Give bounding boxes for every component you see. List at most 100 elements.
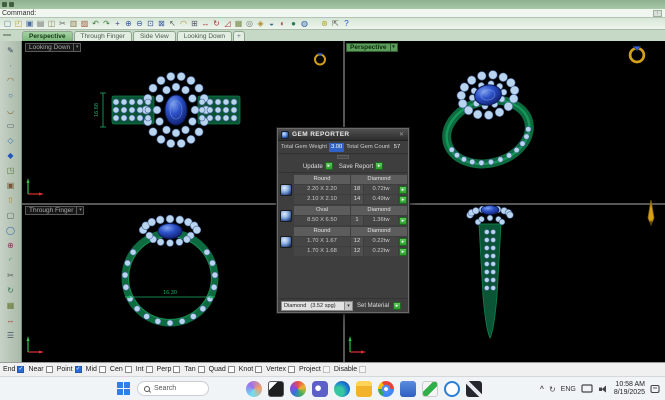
osnap-checkbox[interactable] (288, 366, 295, 373)
gem-table-row[interactable]: 8.50 X 6.5011.36tw▸ (294, 216, 407, 225)
osnap-checkbox[interactable] (228, 366, 235, 373)
point-tool-icon[interactable]: ∙ (4, 58, 18, 73)
total-weight-value[interactable]: 3.00 (329, 143, 344, 152)
volume-icon[interactable] (598, 384, 609, 394)
gem-row-action-button[interactable]: ▸ (399, 248, 407, 256)
tab-through-finger[interactable]: Through Finger (74, 31, 132, 41)
diamond-tool-icon[interactable]: ◇ (4, 133, 18, 148)
osnap-checkbox[interactable] (99, 366, 106, 373)
layers-icon[interactable]: ⊞ (189, 18, 200, 29)
solid-tool-icon[interactable]: ▣ (4, 178, 18, 193)
circle-tool-icon[interactable]: ○ (4, 88, 18, 103)
dropdown-arrow-icon[interactable]: ▾ (73, 44, 80, 51)
options-icon[interactable]: ⊛ (319, 18, 330, 29)
trim-tool-icon[interactable]: ✂ (4, 268, 18, 283)
panel-handle-icon[interactable] (3, 34, 11, 36)
tab-perspective[interactable]: Perspective (22, 31, 73, 41)
gem-row-action-button[interactable]: ▸ (399, 217, 407, 225)
gem-table-row[interactable]: 2.10 X 2.10140.49tw▸ (294, 195, 407, 204)
lock-icon[interactable]: ◈ (255, 18, 266, 29)
material-dropdown[interactable]: Diamond (3.52 spg) ▾ (281, 301, 353, 311)
lasso-select-icon[interactable]: ◠ (178, 18, 189, 29)
osnap-checkbox[interactable] (146, 366, 153, 373)
osnap-checkbox[interactable] (198, 366, 205, 373)
gem-table-row[interactable]: 2.20 X 2.20180.72tw▸ (294, 185, 407, 194)
gem-row-action-button[interactable]: ▸ (399, 186, 407, 194)
gem-tool-icon[interactable]: ◆ (4, 148, 18, 163)
taskbar-search[interactable]: Search (137, 381, 209, 396)
copy-icon[interactable]: ◫ (46, 18, 57, 29)
history-tool-icon[interactable]: ↻ (4, 283, 18, 298)
delete-icon[interactable]: ▨ (79, 18, 90, 29)
osnap-checkbox[interactable] (125, 366, 132, 373)
save-report-button[interactable]: ▸ (375, 162, 383, 170)
app-blue-icon[interactable] (400, 381, 416, 397)
render-icon[interactable]: ● (288, 18, 299, 29)
undo-icon[interactable]: ↶ (90, 18, 101, 29)
move-icon[interactable]: ↔ (200, 18, 211, 29)
chrome-icon[interactable] (378, 381, 394, 397)
print-icon[interactable]: ▤ (35, 18, 46, 29)
pointer-tool-icon[interactable]: ⇱ (330, 18, 341, 29)
tray-sync-icon[interactable]: ↻ (549, 385, 556, 394)
ring-builder-icon[interactable] (312, 50, 328, 66)
studio-icon[interactable] (466, 381, 482, 397)
zoom-in-icon[interactable]: ⊕ (123, 18, 134, 29)
zoom-extents-icon[interactable]: ⊠ (156, 18, 167, 29)
dimension-tool-icon[interactable]: ↔ (4, 313, 18, 328)
open-file-icon[interactable]: ◰ (13, 18, 24, 29)
world-icon[interactable]: ◍ (299, 18, 310, 29)
rotate-icon[interactable]: ↻ (211, 18, 222, 29)
gem-reporter-titlebar[interactable]: GEM REPORTER ✕ (278, 129, 408, 141)
material-icon[interactable]: ◐ (277, 18, 288, 29)
osnap-checkbox[interactable]: ✓ (17, 366, 24, 373)
box-tool-icon[interactable]: ▢ (4, 208, 18, 223)
tab-looking-down[interactable]: Looking Down (177, 31, 232, 41)
save-icon[interactable]: ▣ (24, 18, 35, 29)
sphere-tool-icon[interactable]: ◯ (4, 223, 18, 238)
osnap-checkbox[interactable] (323, 366, 330, 373)
matrix-icon[interactable] (422, 381, 438, 397)
dropdown-arrow-icon[interactable]: ▾ (390, 44, 397, 51)
hide-icon[interactable]: ◒ (266, 18, 277, 29)
pan-icon[interactable]: + (112, 18, 123, 29)
file-explorer-icon[interactable] (356, 381, 372, 397)
teams-icon[interactable] (312, 381, 328, 397)
set-material-button[interactable]: ▸ (393, 302, 401, 310)
osnap-checkbox[interactable] (173, 366, 180, 373)
gem-row-action-button[interactable]: ▸ (399, 196, 407, 204)
properties-tool-icon[interactable]: ☰ (4, 328, 18, 343)
help-icon[interactable]: ? (341, 18, 352, 29)
cut-icon[interactable]: ✂ (57, 18, 68, 29)
photos-icon[interactable] (290, 381, 306, 397)
notification-icon[interactable] (650, 384, 661, 395)
surface-tool-icon[interactable]: ◳ (4, 163, 18, 178)
language-indicator[interactable]: ENG (561, 386, 576, 393)
start-button[interactable] (117, 382, 130, 395)
zoom-window-icon[interactable]: ⊡ (145, 18, 156, 29)
osnap-checkbox[interactable] (46, 366, 53, 373)
fillet-tool-icon[interactable]: ◜ (4, 253, 18, 268)
scale-icon[interactable]: ◿ (222, 18, 233, 29)
select-icon[interactable]: ↖ (167, 18, 178, 29)
browser-icon[interactable] (444, 381, 460, 397)
command-scrollbar[interactable]: ⁝ (653, 10, 662, 17)
zoom-out-icon[interactable]: ⊖ (134, 18, 145, 29)
gem-table-row[interactable]: 1.70 X 1.68120.22tw▸ (294, 247, 407, 256)
curve-tool-icon[interactable]: ◡ (4, 103, 18, 118)
taskbar-clock[interactable]: 10:58 AM 8/19/2025 (614, 381, 645, 397)
gem-table-row[interactable]: 1.70 X 1.67120.22tw▸ (294, 237, 407, 246)
osnap-checkbox[interactable] (255, 366, 262, 373)
osnap-checkbox[interactable]: ✓ (75, 366, 82, 373)
pen-tool-icon[interactable]: ✎ (4, 43, 18, 58)
tab-side-view[interactable]: Side View (133, 31, 176, 41)
update-button[interactable]: ▸ (325, 162, 333, 170)
command-row[interactable]: Command: ⁝ (0, 9, 665, 18)
boolean-tool-icon[interactable]: ⊕ (4, 238, 18, 253)
extrude-tool-icon[interactable]: ⇧ (4, 193, 18, 208)
osnap-checkbox[interactable] (359, 366, 366, 373)
osnap-toggle-icon[interactable]: ◎ (244, 18, 255, 29)
viewport-label-perspective[interactable]: Perspective ▾ (346, 43, 398, 52)
gem-reporter-dialog[interactable]: GEM REPORTER ✕ Total Gem Weight 3.00 Tot… (277, 128, 409, 313)
dropdown-arrow-icon[interactable]: ▾ (344, 302, 352, 310)
